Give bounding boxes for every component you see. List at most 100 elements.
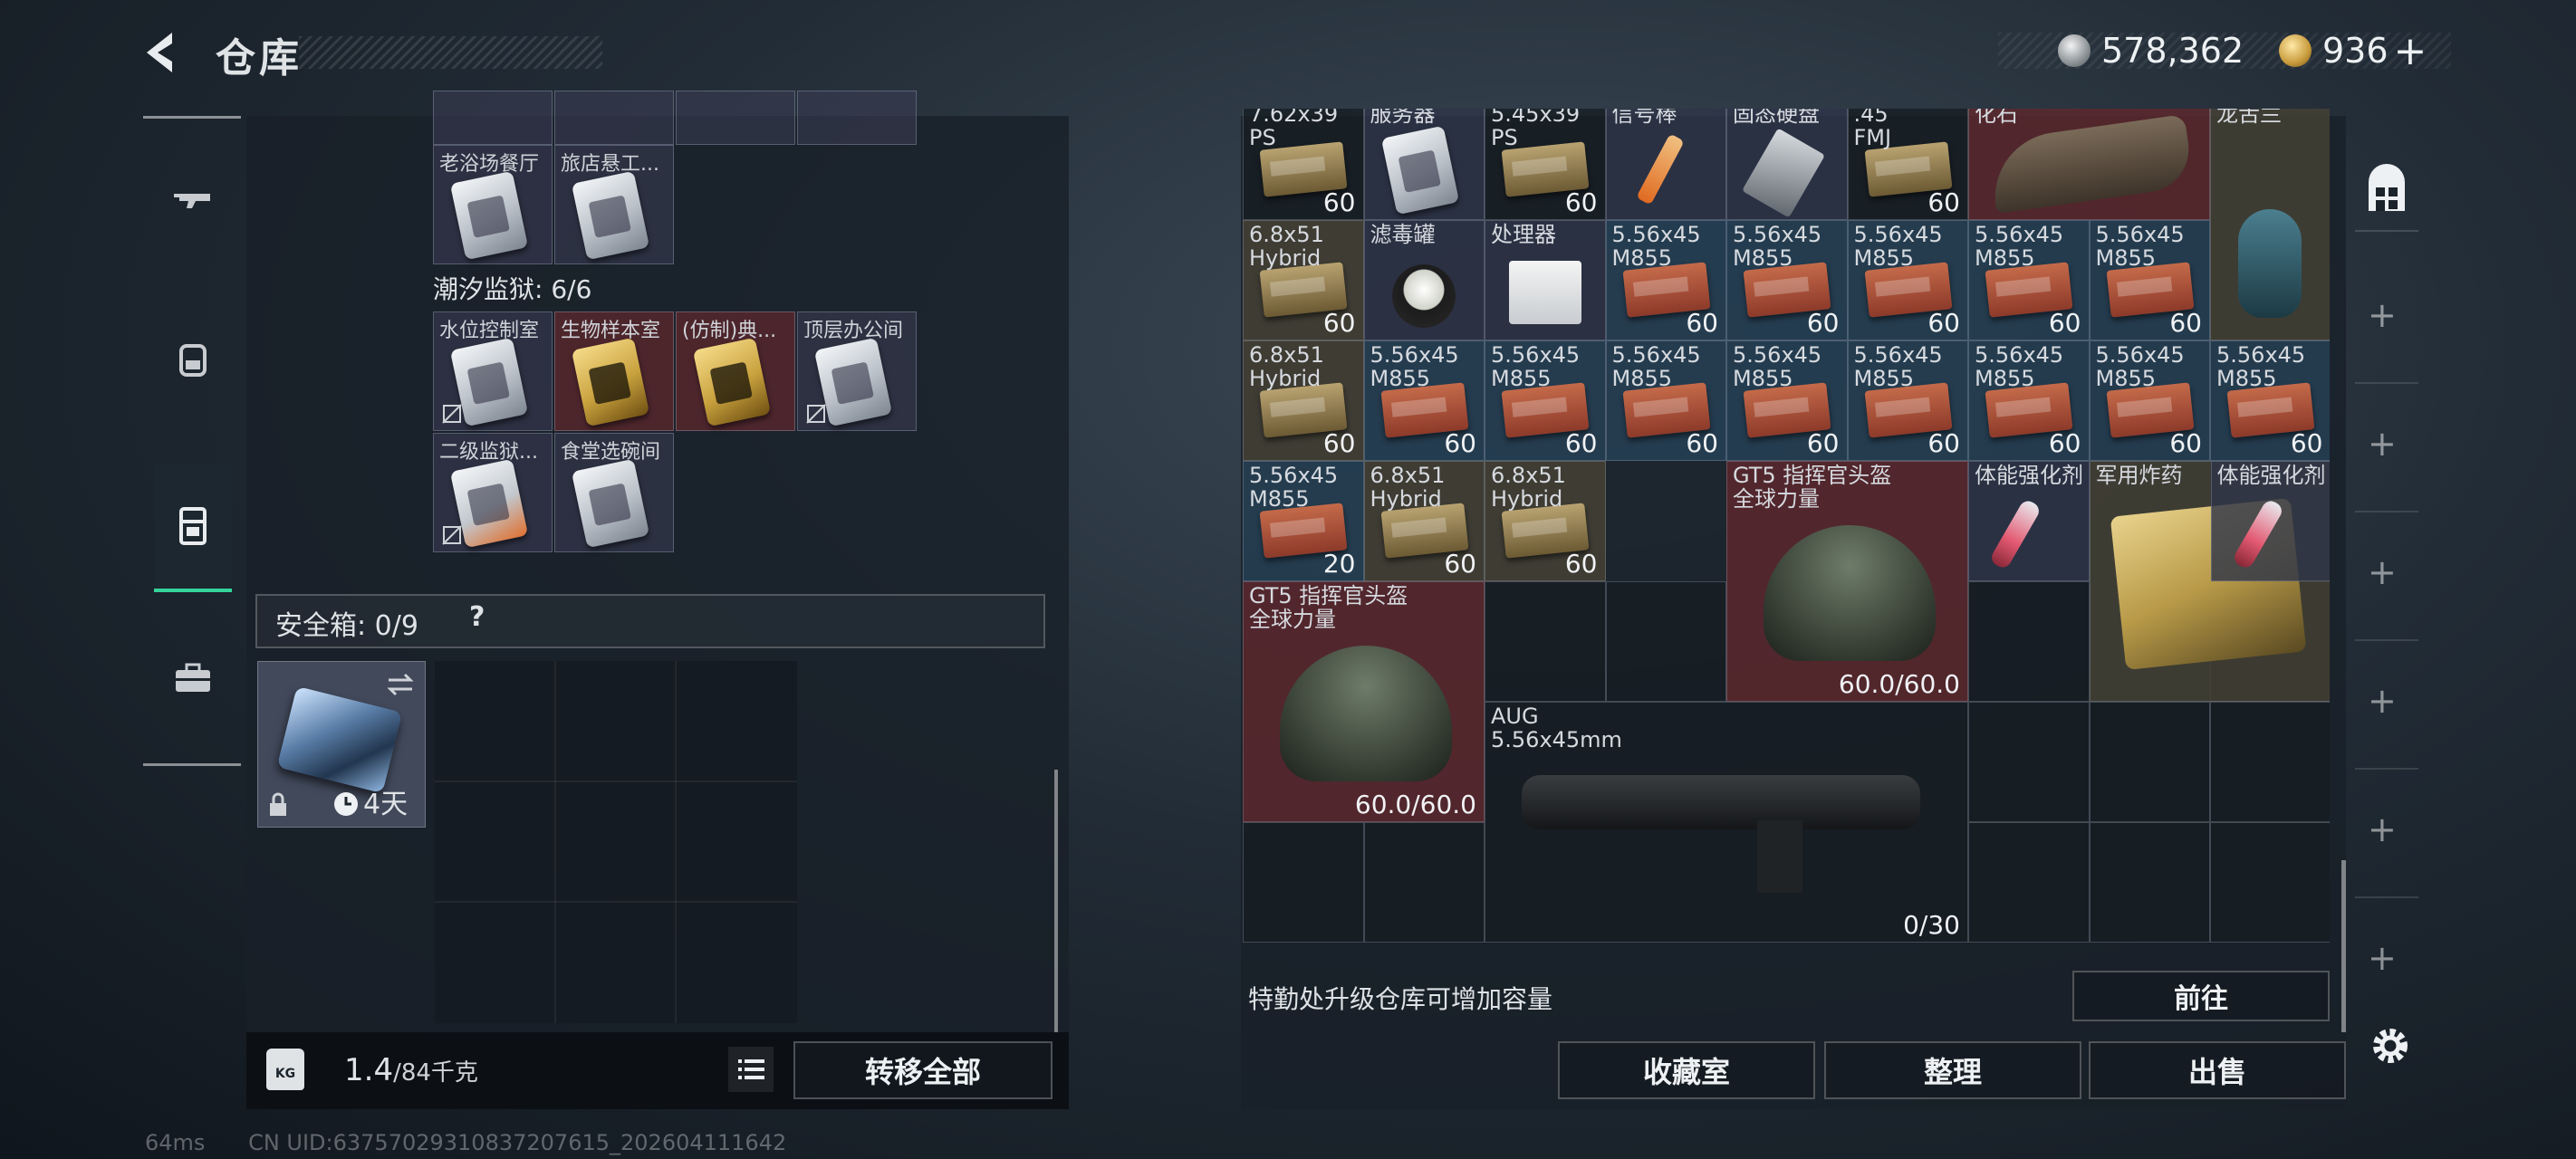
add-page-button[interactable]: + — [2368, 938, 2397, 978]
warehouse-item[interactable]: 服务器 — [1363, 109, 1485, 220]
syringe-icon — [1988, 497, 2043, 571]
item-name: 5.56x45 M855 — [1733, 342, 1822, 391]
warehouse-item[interactable]: 5.56x45 M855 60 — [1968, 340, 2090, 461]
transfer-all-button[interactable]: 转移全部 — [793, 1041, 1053, 1099]
list-view-button[interactable] — [728, 1047, 774, 1092]
item-count: 60 — [1564, 187, 1598, 217]
gun-icon — [174, 194, 210, 208]
processor-icon — [1509, 261, 1581, 324]
item-cell-partial[interactable] — [554, 91, 674, 145]
keycard-item[interactable]: 二级监狱... — [433, 433, 553, 552]
empty-slot[interactable] — [1243, 822, 1364, 943]
item-cell-partial[interactable] — [433, 91, 553, 145]
keycard-item[interactable]: 老浴场餐厅 — [433, 145, 553, 264]
warehouse-item[interactable]: 处理器 — [1485, 220, 1606, 340]
warehouse-item[interactable]: 龙舌兰 — [2210, 109, 2330, 340]
item-name: 5.56x45 M855 — [1975, 342, 2064, 391]
left-scrollbar[interactable] — [1054, 770, 1058, 1032]
collection-room-button[interactable]: 收藏室 — [1558, 1041, 1815, 1099]
warehouse-item[interactable]: 滤毒罐 — [1363, 220, 1485, 340]
stim-item[interactable]: 体能强化剂 — [2210, 461, 2330, 581]
helmet-item[interactable]: GT5 指挥官头盔 全球力量 60.0/60.0 — [1243, 581, 1485, 822]
warehouse-item[interactable]: 5.56x45 M855 60 — [2089, 220, 2210, 340]
warehouse-item[interactable]: 5.56x45 M855 60 — [1847, 220, 1968, 340]
empty-slot[interactable] — [2210, 822, 2330, 943]
warehouse-item[interactable]: .45 FMJ 60 — [1847, 109, 1968, 220]
item-count: 60 — [1564, 549, 1598, 579]
safe-box-item[interactable]: 4天 — [257, 661, 426, 828]
keycard-item[interactable]: 旅店悬工... — [554, 145, 674, 264]
item-count: 60 — [1322, 308, 1356, 338]
list-icon — [738, 1059, 764, 1079]
helmet-item[interactable]: GT5 指挥官头盔 全球力量 60.0/60.0 — [1726, 461, 1968, 702]
keycard-item[interactable]: 顶层办公间 — [797, 311, 917, 431]
warehouse-item[interactable]: 5.56x45 M855 60 — [2089, 340, 2210, 461]
safe-box-grid[interactable] — [435, 661, 797, 1023]
back-arrow-icon[interactable] — [136, 25, 199, 80]
keycard-item[interactable]: (仿制)典... — [676, 311, 795, 431]
empty-slot[interactable] — [2210, 702, 2330, 822]
warehouse-item[interactable]: 5.56x45 M855 60 — [1485, 340, 1606, 461]
warehouse-item[interactable]: 5.56x45 M855 60 — [2210, 340, 2330, 461]
nav-weapons[interactable] — [154, 152, 232, 252]
empty-slot[interactable] — [1605, 581, 1726, 702]
add-page-button[interactable]: + — [2368, 809, 2397, 849]
empty-slot[interactable] — [1363, 822, 1485, 943]
warehouse-item[interactable]: 信号棒 — [1605, 109, 1726, 220]
add-page-button[interactable]: + — [2368, 424, 2397, 464]
item-count: 60 — [1564, 428, 1598, 458]
warehouse-item[interactable]: 6.8x51 Hybrid 60 — [1243, 220, 1364, 340]
nav-equipment[interactable] — [154, 310, 232, 409]
warehouse-item[interactable]: 6.8x51 Hybrid 60 — [1363, 461, 1485, 581]
add-currency-button[interactable]: + — [2394, 28, 2427, 74]
warehouse-item[interactable]: 6.8x51 Hybrid 60 — [1243, 340, 1364, 461]
safe-help-button[interactable]: ? — [469, 601, 485, 633]
warehouse-item[interactable]: 7.62x39 PS 60 — [1243, 109, 1364, 220]
empty-slot[interactable] — [2089, 822, 2210, 943]
warehouse-item[interactable]: 5.56x45 M855 60 — [1363, 340, 1485, 461]
right-scrollbar[interactable] — [2341, 860, 2346, 1032]
warehouse-item[interactable]: 5.56x45 M855 20 — [1243, 461, 1364, 581]
warehouse-tab[interactable] — [2355, 148, 2418, 232]
warehouse-item[interactable]: 5.56x45 M855 60 — [1726, 220, 1848, 340]
keycard-icon — [571, 337, 650, 427]
warehouse-item[interactable]: 固态硬盘 — [1726, 109, 1848, 220]
warehouse-item[interactable]: 6.8x51 Hybrid 60 — [1485, 461, 1606, 581]
item-count: 60 — [1806, 308, 1840, 338]
rifle-item[interactable]: AUG 5.56x45mm 0/30 — [1485, 702, 1968, 943]
item-cell-partial[interactable] — [797, 91, 917, 145]
empty-slot[interactable] — [1968, 822, 2090, 943]
warehouse-item[interactable]: 5.56x45 M855 60 — [1605, 340, 1726, 461]
warehouse-item[interactable]: 5.56x45 M855 60 — [1847, 340, 1968, 461]
item-count: 60 — [2169, 428, 2202, 458]
item-durability: 60.0/60.0 — [1838, 669, 1960, 699]
nav-toolbox[interactable] — [154, 628, 232, 728]
safe-grid-lines — [435, 661, 797, 1023]
sort-button[interactable]: 整理 — [1824, 1041, 2081, 1099]
empty-slot[interactable] — [1968, 702, 2090, 822]
warehouse-item[interactable]: 5.45x39 PS 60 — [1485, 109, 1606, 220]
keycard-item[interactable]: 水位控制室 — [433, 311, 553, 431]
warehouse-item[interactable]: 5.56x45 M855 60 — [1605, 220, 1726, 340]
sell-button[interactable]: 出售 — [2089, 1041, 2346, 1099]
warehouse-item[interactable]: 5.56x45 M855 60 — [1726, 340, 1848, 461]
stim-item[interactable]: 体能强化剂 — [1968, 461, 2090, 581]
item-name: 军用炸药 — [2095, 463, 2183, 488]
warehouse-item[interactable]: 5.56x45 M855 60 — [1968, 220, 2090, 340]
item-cell-partial[interactable] — [676, 91, 795, 145]
empty-slot[interactable] — [1968, 581, 2090, 702]
nav-top-line — [143, 116, 241, 119]
goto-button[interactable]: 前往 — [2072, 971, 2330, 1021]
empty-slot[interactable] — [2089, 702, 2210, 822]
item-name: 5.56x45 M855 — [1249, 463, 1339, 512]
add-page-button[interactable]: + — [2368, 552, 2397, 592]
settings-gear-icon[interactable] — [2368, 1023, 2413, 1068]
keycard-item[interactable]: 生物样本室 — [554, 311, 674, 431]
empty-slot[interactable] — [1485, 581, 1606, 702]
nav-warehouse[interactable] — [154, 464, 232, 592]
add-page-button[interactable]: + — [2368, 681, 2397, 721]
warehouse-item[interactable]: 化石 — [1968, 109, 2210, 220]
swap-icon[interactable] — [385, 671, 416, 698]
add-page-button[interactable]: + — [2368, 295, 2397, 335]
keycard-item[interactable]: 食堂选碗间 — [554, 433, 674, 552]
